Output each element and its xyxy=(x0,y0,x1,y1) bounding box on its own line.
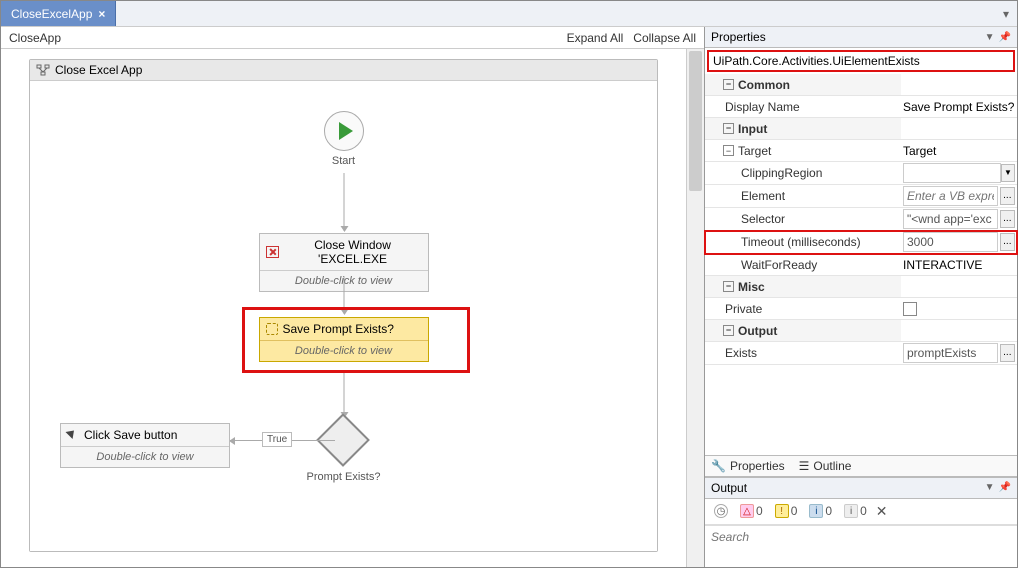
outline-icon: ☰ xyxy=(799,459,810,473)
ellipsis-button[interactable]: ... xyxy=(1000,233,1015,251)
private-checkbox[interactable] xyxy=(903,302,917,316)
collapse-all-button[interactable]: Collapse All xyxy=(633,31,696,45)
display-name-value[interactable]: Save Prompt Exists? xyxy=(903,100,1014,114)
element-input[interactable] xyxy=(903,186,998,206)
waitforready-label: WaitForReady xyxy=(705,254,901,275)
private-label: Private xyxy=(705,298,901,319)
element-exists-icon xyxy=(266,323,278,335)
close-window-title: Close Window 'EXCEL.EXE xyxy=(284,238,422,266)
sequence-title: Close Excel App xyxy=(55,63,142,77)
tab-properties[interactable]: 🔧Properties xyxy=(711,459,785,473)
click-save-activity[interactable]: Click Save button Double-click to view xyxy=(60,423,230,468)
clock-filter[interactable]: ◷ xyxy=(711,503,731,519)
collapse-icon[interactable]: − xyxy=(723,325,734,336)
arrow-icon xyxy=(343,373,344,417)
panel-tabs: 🔧Properties ☰Outline xyxy=(705,455,1017,477)
tab-close-icon[interactable]: × xyxy=(98,7,105,21)
collapse-icon[interactable]: − xyxy=(723,123,734,134)
output-toolbar: ◷ △0 !0 i0 i0 ✕ xyxy=(705,499,1017,525)
tab-title: CloseExcelApp xyxy=(11,7,92,21)
trace-filter[interactable]: i0 xyxy=(841,503,870,519)
output-panel-header: Output ▼ 📌 xyxy=(705,478,1017,499)
properties-panel-header: Properties ▼ 📌 xyxy=(705,27,1017,48)
breadcrumb: CloseApp Expand All Collapse All xyxy=(1,27,704,49)
properties-title: Properties xyxy=(711,30,766,44)
decision-label: Prompt Exists? xyxy=(307,471,381,483)
tab-close-excel-app[interactable]: CloseExcelApp × xyxy=(1,1,116,26)
timeout-label: Timeout (milliseconds) xyxy=(705,231,901,253)
collapse-icon[interactable]: − xyxy=(723,79,734,90)
warn-filter[interactable]: !0 xyxy=(772,503,801,519)
pin-icon[interactable]: 📌 xyxy=(999,482,1011,493)
tab-bar: CloseExcelApp × ▾ xyxy=(1,1,1017,27)
tab-dropdown-icon[interactable]: ▾ xyxy=(995,7,1017,21)
decision-node[interactable]: Prompt Exists? xyxy=(307,421,381,483)
flowchart-icon xyxy=(36,64,50,76)
click-save-title: Click Save button xyxy=(84,428,177,442)
info-filter[interactable]: i0 xyxy=(806,503,835,519)
dropdown-icon[interactable]: ▼ xyxy=(985,32,995,43)
tab-outline[interactable]: ☰Outline xyxy=(799,459,852,473)
vertical-scrollbar[interactable] xyxy=(686,49,704,567)
true-label: True xyxy=(262,432,292,447)
timeout-input[interactable] xyxy=(903,232,998,252)
breadcrumb-path[interactable]: CloseApp xyxy=(9,31,61,45)
close-window-icon xyxy=(266,246,279,258)
start-node[interactable]: Start xyxy=(324,111,364,167)
properties-grid: −Common Display Name Save Prompt Exists?… xyxy=(705,74,1017,365)
target-value[interactable]: Target xyxy=(903,144,936,158)
click-save-hint: Double-click to view xyxy=(61,447,229,467)
selector-label: Selector xyxy=(705,208,901,230)
exists-label: Exists xyxy=(705,342,901,364)
output-title: Output xyxy=(711,481,747,495)
save-prompt-activity[interactable]: Save Prompt Exists? Double-click to view xyxy=(259,317,429,362)
ellipsis-button[interactable]: ... xyxy=(1000,344,1015,362)
cursor-icon xyxy=(67,428,79,442)
ellipsis-button[interactable]: ... xyxy=(1000,210,1015,228)
expand-all-button[interactable]: Expand All xyxy=(567,31,624,45)
wrench-icon: 🔧 xyxy=(711,459,726,473)
collapse-icon[interactable]: − xyxy=(723,281,734,292)
save-prompt-hint: Double-click to view xyxy=(260,341,428,361)
arrow-icon xyxy=(343,173,344,231)
element-label: Element xyxy=(705,185,901,207)
clipping-input[interactable] xyxy=(903,163,1001,183)
play-icon xyxy=(339,122,353,140)
selector-input[interactable] xyxy=(903,209,998,229)
target-label: Target xyxy=(738,144,771,158)
dropdown-icon[interactable]: ▼ xyxy=(985,482,995,493)
collapse-icon[interactable]: − xyxy=(723,145,734,156)
exists-input[interactable] xyxy=(903,343,998,363)
display-name-label: Display Name xyxy=(705,96,901,117)
output-search-input[interactable] xyxy=(705,525,1017,548)
error-filter[interactable]: △0 xyxy=(737,503,766,519)
start-label: Start xyxy=(324,155,364,167)
activity-type-label: UiPath.Core.Activities.UiElementExists xyxy=(707,50,1015,72)
dropdown-icon[interactable]: ▼ xyxy=(1001,164,1015,182)
clear-button[interactable]: ✕ xyxy=(876,503,888,520)
save-prompt-title: Save Prompt Exists? xyxy=(283,322,394,336)
pin-icon[interactable]: 📌 xyxy=(999,32,1011,43)
waitforready-value[interactable]: INTERACTIVE xyxy=(903,258,982,272)
clipping-label: ClippingRegion xyxy=(705,162,901,184)
ellipsis-button[interactable]: ... xyxy=(1000,187,1015,205)
sequence-container[interactable]: Close Excel App Start xyxy=(29,59,658,552)
